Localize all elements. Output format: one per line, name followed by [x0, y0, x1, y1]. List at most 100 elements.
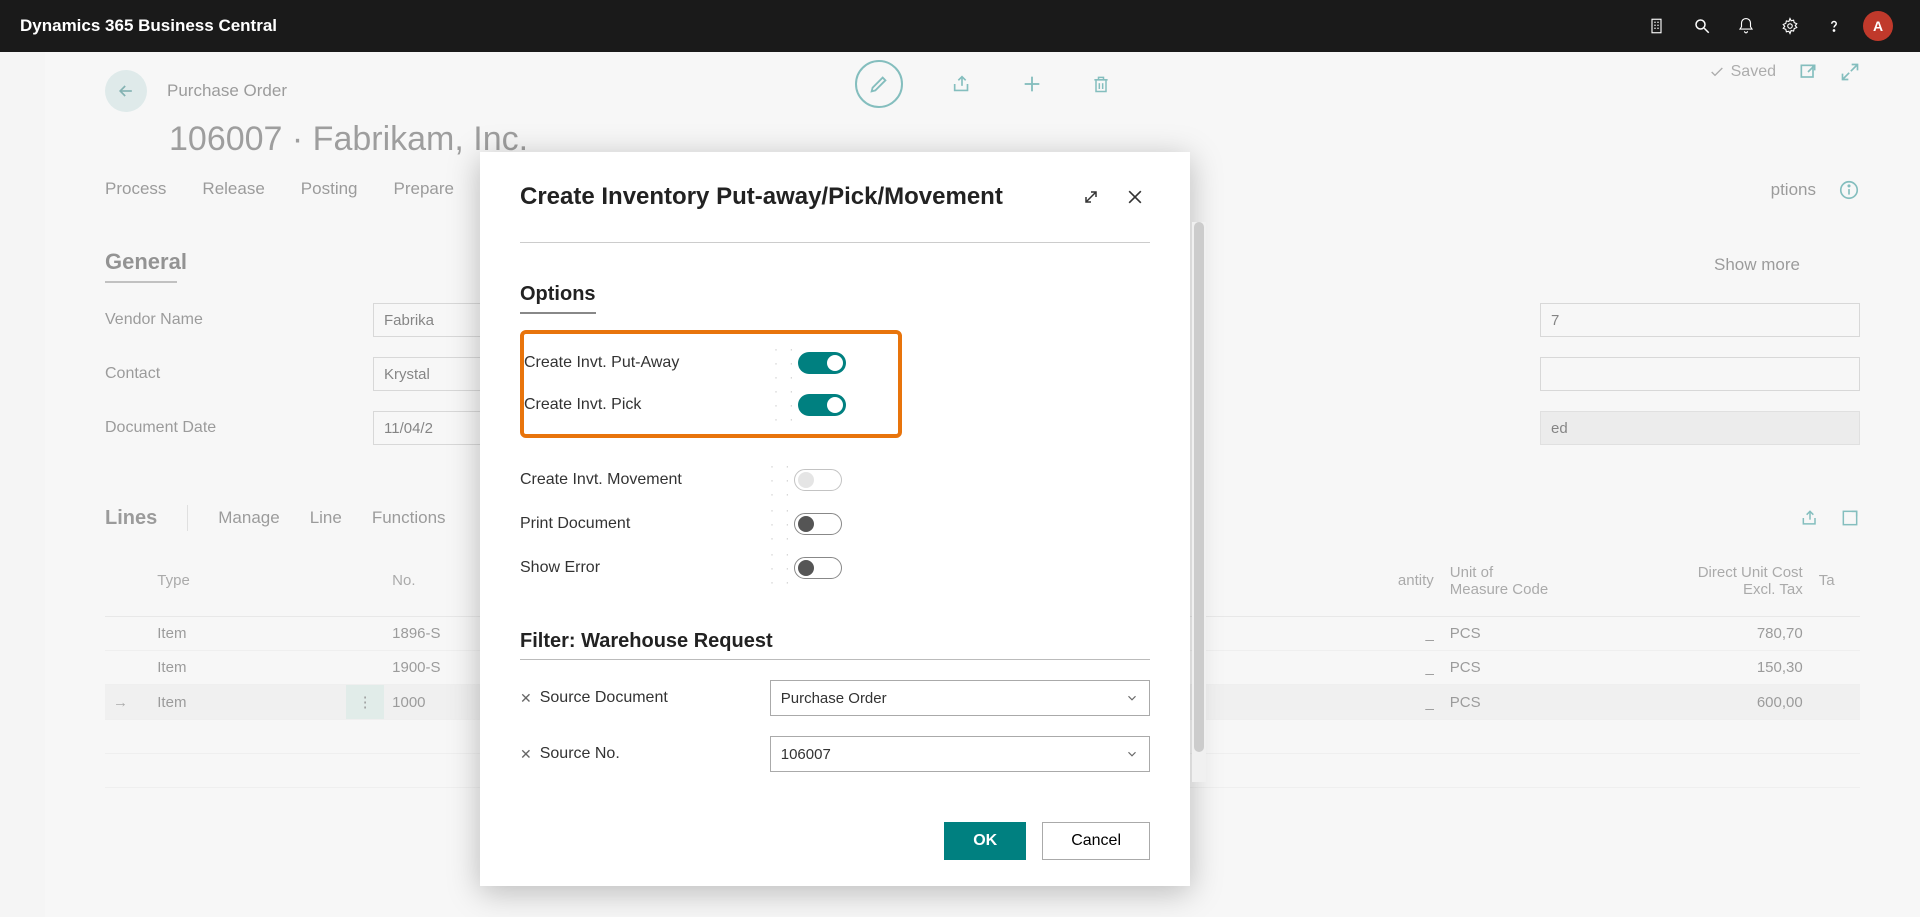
cell-type: Item: [149, 617, 346, 651]
back-button[interactable]: [105, 70, 147, 112]
tab-process[interactable]: Process: [105, 179, 166, 201]
lines-expand-icon[interactable]: [1840, 508, 1860, 528]
other-toggles: Create Invt. Movement · · · · · · Print …: [520, 458, 1150, 590]
modal-header: Create Inventory Put-away/Pick/Movement: [520, 182, 1150, 212]
source-document-select[interactable]: Purchase Order: [770, 680, 1150, 716]
cell-uom: PCS: [1442, 685, 1614, 720]
collapse-icon[interactable]: [1840, 62, 1860, 82]
tab-posting[interactable]: Posting: [301, 179, 358, 201]
lines-line[interactable]: Line: [310, 508, 342, 528]
highlighted-toggles: Create Invt. Put-Away · · · · · · Create…: [520, 330, 902, 438]
page-wrapper: Purchase Order Saved: [0, 52, 1920, 917]
app-title: Dynamics 365 Business Central: [20, 16, 277, 36]
filter-source-no: ✕ Source No. 106007: [520, 736, 1150, 772]
source-no-select[interactable]: 106007: [770, 736, 1150, 772]
pick-toggle[interactable]: [798, 394, 846, 416]
toggle-row-print: Print Document · · · · · ·: [520, 502, 1150, 546]
current-row-arrow-icon: →: [105, 685, 149, 720]
tab-release[interactable]: Release: [202, 179, 264, 201]
pick-label: Create Invt. Pick: [524, 396, 774, 414]
open-externally-icon[interactable]: [1798, 62, 1818, 82]
filter-section-heading: Filter: Warehouse Request: [520, 630, 1150, 660]
cell-type: Item: [149, 685, 346, 720]
vendor-name-label: Vendor Name: [105, 311, 365, 329]
modal-title: Create Inventory Put-away/Pick/Movement: [520, 183, 1003, 211]
lines-manage[interactable]: Manage: [218, 508, 279, 528]
col-type[interactable]: Type: [149, 545, 346, 617]
chevron-down-icon: [1125, 747, 1139, 761]
document-date-label: Document Date: [105, 419, 365, 437]
saved-indicator: Saved: [1709, 63, 1776, 81]
ok-button[interactable]: OK: [944, 822, 1026, 860]
breadcrumb: Purchase Order: [167, 81, 287, 101]
remove-filter-icon[interactable]: ✕: [520, 690, 532, 707]
movement-toggle[interactable]: [794, 469, 842, 491]
search-icon[interactable]: [1680, 0, 1724, 52]
modal-scrollbar[interactable]: [1192, 222, 1206, 782]
center-actions: [855, 60, 1111, 108]
toggle-row-show-error: Show Error · · · · · ·: [520, 546, 1150, 590]
cell-cost: 780,70: [1614, 617, 1811, 651]
col-quantity[interactable]: antity: [1343, 545, 1441, 617]
source-no-value: 106007: [781, 746, 831, 763]
cell-uom: PCS: [1442, 651, 1614, 685]
row-menu-icon[interactable]: ⋮: [346, 685, 384, 720]
show-error-toggle[interactable]: [794, 557, 842, 579]
tab-prepare[interactable]: Prepare: [394, 179, 454, 201]
put-away-toggle[interactable]: [798, 352, 846, 374]
help-icon[interactable]: [1812, 0, 1856, 52]
right-cut-input-blank[interactable]: [1540, 357, 1860, 391]
modal-footer: OK Cancel: [520, 822, 1150, 860]
cancel-button[interactable]: Cancel: [1042, 822, 1150, 860]
cell-type: Item: [149, 651, 346, 685]
share-icon[interactable]: [951, 73, 973, 95]
edit-button[interactable]: [855, 60, 903, 108]
close-icon[interactable]: [1120, 182, 1150, 212]
cell-uom: PCS: [1442, 617, 1614, 651]
lines-functions[interactable]: Functions: [372, 508, 446, 528]
right-cut-input-2: [1540, 411, 1860, 445]
options-section-heading: Options: [520, 283, 596, 314]
avatar-initial: A: [1863, 11, 1893, 41]
put-away-label: Create Invt. Put-Away: [524, 354, 774, 372]
tab-options-cut[interactable]: ptions: [1771, 180, 1816, 200]
cell-qty: _: [1343, 685, 1441, 720]
cell-cost: 150,30: [1614, 651, 1811, 685]
saved-label: Saved: [1731, 63, 1776, 81]
right-cut-input-1[interactable]: [1540, 303, 1860, 337]
notifications-icon[interactable]: [1724, 0, 1768, 52]
topbar: Dynamics 365 Business Central A: [0, 0, 1920, 52]
filter-source-document: ✕ Source Document Purchase Order: [520, 680, 1150, 716]
settings-icon[interactable]: [1768, 0, 1812, 52]
maximize-icon[interactable]: [1076, 182, 1106, 212]
print-label: Print Document: [520, 515, 770, 533]
remove-filter-icon[interactable]: ✕: [520, 746, 532, 763]
cell-cost: 600,00: [1614, 685, 1811, 720]
cell-qty: _: [1343, 651, 1441, 685]
toggle-row-pick: Create Invt. Pick · · · · · ·: [524, 384, 882, 426]
info-icon[interactable]: [1838, 179, 1860, 201]
show-more-link[interactable]: Show more: [1714, 255, 1800, 275]
header-right-actions: Saved: [1709, 62, 1860, 82]
lines-heading: Lines: [105, 507, 157, 530]
user-avatar[interactable]: A: [1856, 0, 1900, 52]
source-no-label: Source No.: [540, 745, 770, 763]
source-document-label: Source Document: [540, 689, 770, 707]
print-toggle[interactable]: [794, 513, 842, 535]
col-unit-cost[interactable]: Direct Unit Cost Excl. Tax: [1614, 545, 1811, 617]
contact-label: Contact: [105, 365, 365, 383]
col-uom[interactable]: Unit of Measure Code: [1442, 545, 1614, 617]
toggle-row-movement: Create Invt. Movement · · · · · ·: [520, 458, 1150, 502]
cell-qty: _: [1343, 617, 1441, 651]
show-error-label: Show Error: [520, 559, 770, 577]
lines-share-icon[interactable]: [1800, 508, 1820, 528]
delete-icon[interactable]: [1091, 73, 1111, 95]
col-ta[interactable]: Ta: [1811, 545, 1860, 617]
create-inventory-dialog: Create Inventory Put-away/Pick/Movement …: [480, 152, 1190, 886]
new-icon[interactable]: [1021, 73, 1043, 95]
toggle-row-put-away: Create Invt. Put-Away · · · · · ·: [524, 342, 882, 384]
source-document-value: Purchase Order: [781, 690, 887, 707]
movement-label: Create Invt. Movement: [520, 471, 770, 489]
office-icon[interactable]: [1636, 0, 1680, 52]
chevron-down-icon: [1125, 691, 1139, 705]
